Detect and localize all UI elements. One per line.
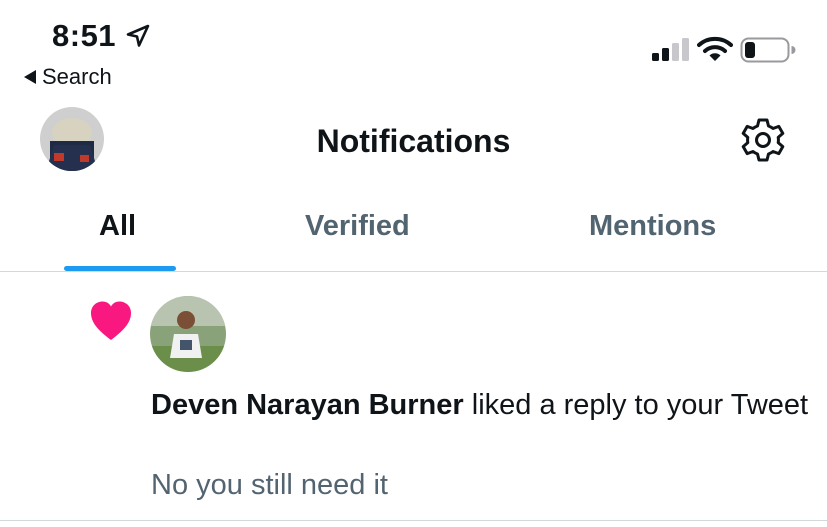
cellular-signal-icon bbox=[652, 38, 689, 61]
notification-user-avatar[interactable] bbox=[150, 296, 226, 372]
tab-mentions[interactable]: Mentions bbox=[589, 206, 716, 246]
back-to-search-link[interactable]: Search bbox=[24, 63, 112, 91]
battery-icon bbox=[740, 37, 796, 63]
status-time: 8:51 bbox=[52, 18, 117, 53]
notification-user-name[interactable]: Deven Narayan Burner bbox=[151, 389, 464, 421]
notification-text[interactable]: Deven Narayan Burner liked a reply to yo… bbox=[151, 385, 811, 426]
notification-divider bbox=[0, 520, 827, 521]
back-triangle-icon bbox=[24, 70, 36, 84]
tab-verified[interactable]: Verified bbox=[305, 206, 410, 246]
back-label: Search bbox=[42, 64, 112, 89]
page-title: Notifications bbox=[316, 123, 511, 159]
tab-all[interactable]: All bbox=[99, 206, 136, 246]
notification-tweet-preview[interactable]: No you still need it bbox=[151, 465, 388, 506]
settings-gear-icon[interactable] bbox=[740, 117, 786, 163]
notification-action: liked a reply to your Tweet bbox=[463, 389, 809, 421]
heart-icon bbox=[91, 301, 131, 340]
notification-user-avatar-image bbox=[150, 296, 226, 372]
tabs-divider bbox=[0, 271, 827, 272]
wifi-icon bbox=[697, 36, 733, 61]
location-arrow-icon bbox=[126, 24, 150, 47]
